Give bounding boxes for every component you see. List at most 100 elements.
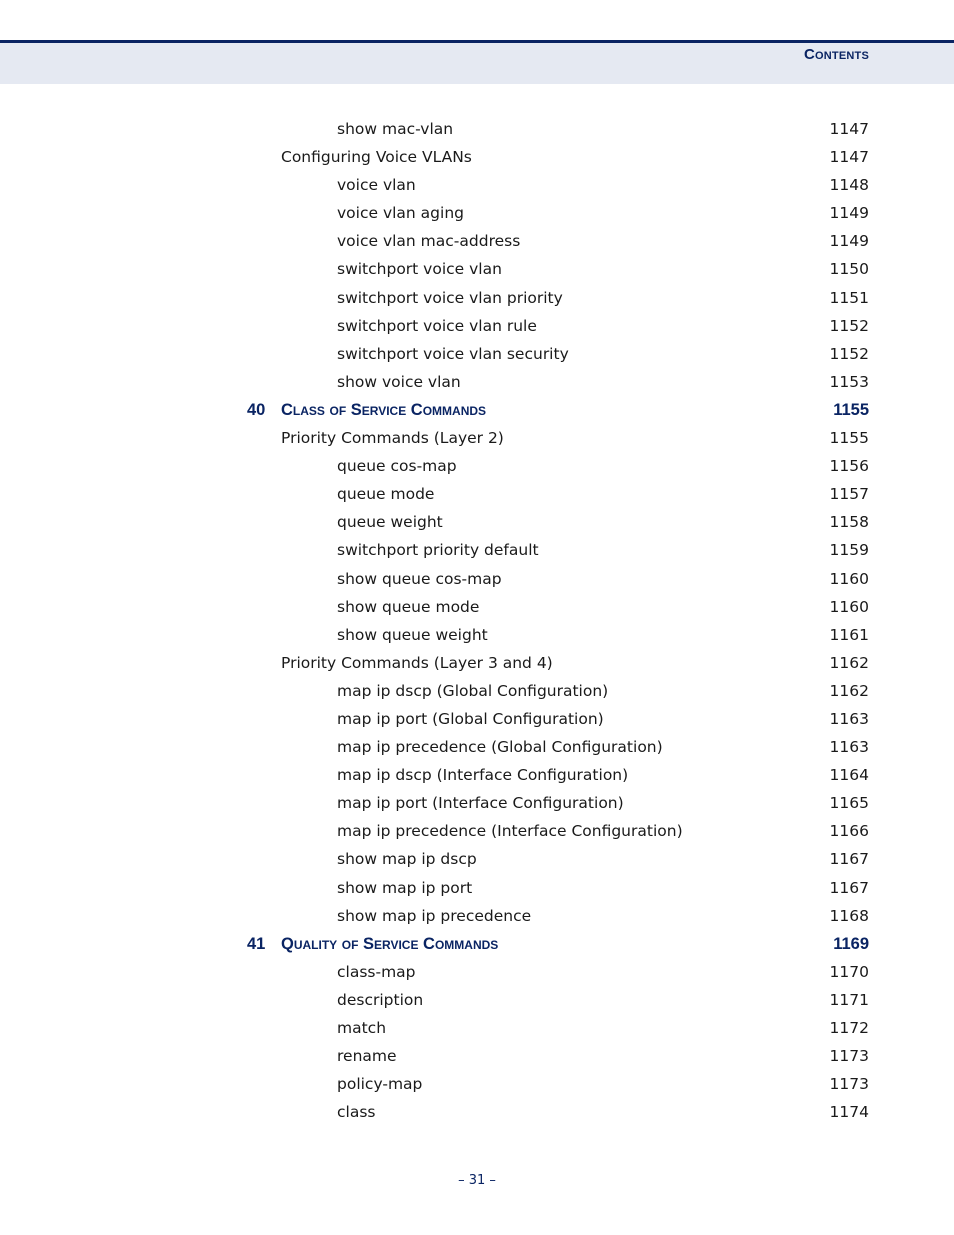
toc-entry-page: 1149 — [829, 232, 869, 251]
toc-entry-label: class — [337, 1103, 376, 1122]
toc-entry-label: switchport voice vlan rule — [337, 316, 537, 335]
toc-subsection-entry[interactable]: class 1174 — [0, 1100, 954, 1128]
toc-subsection-entry[interactable]: map ip precedence (Interface Configurati… — [0, 819, 954, 847]
toc-subsection-entry[interactable]: switchport voice vlan priority 1151 — [0, 286, 954, 314]
toc-entry-page: 1162 — [829, 653, 869, 672]
toc-entry-label: show voice vlan — [337, 372, 461, 391]
toc-entry-label: queue cos-map — [337, 457, 457, 476]
toc-subsection-entry[interactable]: voice vlan aging 1149 — [0, 201, 954, 229]
toc-chapter-entry[interactable]: 40 Class of Service Commands 1155 — [0, 398, 954, 426]
toc-chapter-entry[interactable]: 41 Quality of Service Commands 1169 — [0, 932, 954, 960]
toc-entry-label: match — [337, 1019, 387, 1037]
toc-entry-label: map ip port (Global Configuration) — [337, 709, 604, 728]
chapter-number: 40 — [247, 400, 266, 419]
toc-subsection-entry[interactable]: description 1171 — [0, 988, 954, 1016]
toc-entry-label: show queue weight — [337, 625, 488, 644]
toc-subsection-entry[interactable]: queue mode 1157 — [0, 482, 954, 510]
toc-subsection-entry[interactable]: rename 1173 — [0, 1044, 954, 1072]
toc-entry-page: 1150 — [829, 260, 869, 279]
toc-entry-label: voice vlan mac-address — [337, 232, 521, 251]
toc-entry-label: voice vlan — [337, 176, 416, 195]
toc-entry-label: rename — [337, 1047, 397, 1066]
toc-subsection-entry[interactable]: show queue cos-map 1160 — [0, 567, 954, 595]
toc-entry-page: 1152 — [829, 344, 869, 363]
toc-subsection-entry[interactable]: switchport priority default 1159 — [0, 538, 954, 566]
toc-entry-page: 1162 — [829, 681, 869, 700]
toc-entry-label: map ip port (Interface Configuration) — [337, 794, 624, 813]
toc-entry-page: 1160 — [829, 569, 869, 588]
toc-entry-page: 1166 — [829, 822, 869, 841]
toc-entry-page: 1165 — [829, 794, 869, 813]
toc-entry-page: 1174 — [829, 1103, 869, 1122]
toc-subsection-entry[interactable]: map ip dscp (Global Configuration) 1162 — [0, 679, 954, 707]
toc-entry-page: 1164 — [829, 766, 869, 785]
toc-subsection-entry[interactable]: queue weight 1158 — [0, 510, 954, 538]
toc-entry-page: 1173 — [829, 1075, 869, 1094]
running-header-title: Contents — [804, 46, 869, 63]
toc-entry-page: 1159 — [829, 541, 869, 560]
toc-entry-page: 1169 — [833, 934, 869, 953]
toc-entry-page: 1148 — [829, 176, 869, 195]
toc-entry-label: show map ip precedence — [337, 906, 532, 925]
toc-subsection-entry[interactable]: map ip port (Global Configuration) 1163 — [0, 707, 954, 735]
toc-entry-page: 1167 — [829, 850, 869, 869]
toc-subsection-entry[interactable]: map ip port (Interface Configuration) 116… — [0, 791, 954, 819]
toc-entry-page: 1170 — [829, 962, 869, 981]
toc-subsection-entry[interactable]: voice vlan 1148 — [0, 173, 954, 201]
toc-entry-page: 1155 — [829, 429, 869, 448]
toc-entry-page: 1147 — [829, 120, 869, 138]
toc-subsection-entry[interactable]: map ip dscp (Interface Configuration) 116… — [0, 763, 954, 791]
table-of-contents: show mac-vlan 1147 Configuring Voice VLANs… — [0, 117, 954, 1128]
toc-entry-label: description — [337, 990, 424, 1009]
toc-entry-label: Configuring Voice VLANs — [281, 148, 472, 167]
toc-entry-page: 1168 — [829, 906, 869, 925]
toc-entry-page: 1158 — [829, 513, 869, 532]
toc-subsection-entry[interactable]: show queue weight 1161 — [0, 623, 954, 651]
toc-subsection-entry[interactable]: class-map 1170 — [0, 960, 954, 988]
toc-subsection-entry[interactable]: switchport voice vlan rule 1152 — [0, 314, 954, 342]
toc-subsection-entry[interactable]: match 1172 — [0, 1016, 954, 1044]
toc-entry-page: 1153 — [829, 372, 869, 391]
toc-entry-label: class-map — [337, 962, 416, 981]
toc-subsection-entry[interactable]: queue cos-map 1156 — [0, 454, 954, 482]
toc-section-entry[interactable]: Configuring Voice VLANs 1147 — [0, 145, 954, 173]
toc-entry-page: 1151 — [829, 288, 869, 307]
toc-entry-label: policy-map — [337, 1075, 423, 1094]
toc-entry-label: Class of Service Commands — [281, 400, 487, 419]
toc-entry-page: 1160 — [829, 597, 869, 616]
toc-entry-page: 1155 — [833, 400, 869, 419]
page-number: – 31 – — [458, 1173, 496, 1188]
toc-entry-page: 1171 — [829, 990, 869, 1009]
toc-subsection-entry[interactable]: show map ip port 1167 — [0, 876, 954, 904]
toc-entry-label: switchport priority default — [337, 541, 539, 560]
toc-entry-label: show mac-vlan — [337, 120, 454, 138]
toc-entry-label: show map ip dscp — [337, 850, 477, 869]
toc-subsection-entry[interactable]: switchport voice vlan 1150 — [0, 257, 954, 285]
toc-subsection-entry[interactable]: map ip precedence (Global Configuration)… — [0, 735, 954, 763]
toc-subsection-entry[interactable]: show mac-vlan 1147 — [0, 117, 954, 145]
toc-entry-page: 1157 — [829, 485, 869, 504]
toc-section-entry[interactable]: Priority Commands (Layer 3 and 4) 1162 — [0, 651, 954, 679]
toc-subsection-entry[interactable]: voice vlan mac-address 1149 — [0, 229, 954, 257]
toc-subsection-entry[interactable]: show queue mode 1160 — [0, 595, 954, 623]
toc-section-entry[interactable]: Priority Commands (Layer 2) 1155 — [0, 426, 954, 454]
toc-entry-label: map ip precedence (Interface Configurati… — [337, 822, 683, 841]
toc-subsection-entry[interactable]: show map ip precedence 1168 — [0, 904, 954, 932]
toc-entry-label: show map ip port — [337, 878, 473, 897]
toc-entry-page: 1161 — [829, 625, 869, 644]
toc-entry-page: 1163 — [829, 738, 869, 757]
toc-entry-label: map ip dscp (Interface Configuration) — [337, 766, 629, 785]
toc-subsection-entry[interactable]: show voice vlan 1153 — [0, 370, 954, 398]
toc-subsection-entry[interactable]: show map ip dscp 1167 — [0, 847, 954, 875]
toc-entry-page: 1173 — [829, 1047, 869, 1066]
toc-entry-label: Quality of Service Commands — [281, 934, 499, 953]
toc-entry-page: 1147 — [829, 148, 869, 167]
toc-entry-label: switchport voice vlan — [337, 260, 502, 279]
toc-subsection-entry[interactable]: policy-map 1173 — [0, 1072, 954, 1100]
toc-entry-page: 1156 — [829, 457, 869, 476]
toc-entry-label: switchport voice vlan security — [337, 344, 569, 363]
toc-subsection-entry[interactable]: switchport voice vlan security 1152 — [0, 342, 954, 370]
toc-entry-label: map ip dscp (Global Configuration) — [337, 681, 609, 700]
toc-entry-label: voice vlan aging — [337, 204, 464, 223]
toc-entry-label: queue weight — [337, 513, 443, 532]
